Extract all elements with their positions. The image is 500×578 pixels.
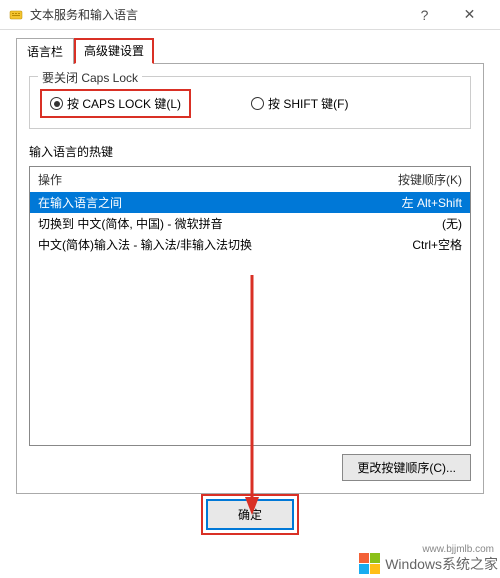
radio-shift-key[interactable]: 按 SHIFT 键(F) — [251, 95, 348, 112]
change-sequence-button[interactable]: 更改按键顺序(C)... — [342, 454, 471, 481]
radio-capslock-key[interactable]: 按 CAPS LOCK 键(L) — [50, 95, 181, 112]
tab-language-bar[interactable]: 语言栏 — [16, 38, 74, 64]
list-action: 中文(简体)输入法 - 输入法/非输入法切换 — [38, 236, 352, 253]
hotkey-list-header: 操作 按键顺序(K) — [30, 167, 470, 192]
tab-strip: 语言栏 高级键设置 — [16, 38, 484, 64]
tab-advanced-keys[interactable]: 高级键设置 — [74, 38, 154, 64]
list-item[interactable]: 中文(简体)输入法 - 输入法/非输入法切换 Ctrl+空格 — [30, 234, 470, 255]
ok-highlight-box: 确定 — [201, 494, 299, 535]
capslock-radio-row: 按 CAPS LOCK 键(L) 按 SHIFT 键(F) — [40, 89, 460, 118]
radio-capslock-label: 按 CAPS LOCK 键(L) — [67, 95, 181, 112]
app-icon — [8, 7, 24, 23]
radio-circle-icon — [50, 97, 63, 110]
list-item[interactable]: 在输入语言之间 左 Alt+Shift — [30, 192, 470, 213]
list-keys: Ctrl+空格 — [352, 236, 462, 253]
hotkey-section-label: 输入语言的热键 — [29, 143, 471, 160]
help-button[interactable]: ? — [402, 0, 447, 30]
window-controls: ? ✕ — [402, 0, 492, 30]
dialog-content: 语言栏 高级键设置 要关闭 Caps Lock 按 CAPS LOCK 键(L)… — [0, 30, 500, 494]
list-keys: (无) — [352, 215, 462, 232]
list-item[interactable]: 切换到 中文(简体, 中国) - 微软拼音 (无) — [30, 213, 470, 234]
ok-button[interactable]: 确定 — [206, 499, 294, 530]
radio-highlight-box: 按 CAPS LOCK 键(L) — [40, 89, 191, 118]
header-action: 操作 — [38, 171, 352, 188]
dialog-footer: 确定 取消 — [0, 494, 500, 535]
list-keys: 左 Alt+Shift — [352, 194, 462, 211]
watermark: Windows系统之家 — [359, 553, 498, 575]
watermark-text: Windows系统之家 — [385, 554, 498, 574]
capslock-group: 要关闭 Caps Lock 按 CAPS LOCK 键(L) 按 SHIFT 键… — [29, 76, 471, 129]
radio-shift-label: 按 SHIFT 键(F) — [268, 95, 348, 112]
hotkey-section: 输入语言的热键 操作 按键顺序(K) 在输入语言之间 左 Alt+Shift 切… — [29, 143, 471, 481]
header-keys: 按键顺序(K) — [352, 171, 462, 188]
list-action: 切换到 中文(简体, 中国) - 微软拼音 — [38, 215, 352, 232]
list-action: 在输入语言之间 — [38, 194, 352, 211]
radio-circle-icon — [251, 97, 264, 110]
capslock-group-title: 要关闭 Caps Lock — [38, 69, 142, 86]
windows-logo-icon — [359, 553, 381, 575]
tab-panel: 要关闭 Caps Lock 按 CAPS LOCK 键(L) 按 SHIFT 键… — [16, 64, 484, 494]
titlebar: 文本服务和输入语言 ? ✕ — [0, 0, 500, 30]
change-sequence-row: 更改按键顺序(C)... — [29, 454, 471, 481]
hotkey-list[interactable]: 操作 按键顺序(K) 在输入语言之间 左 Alt+Shift 切换到 中文(简体… — [29, 166, 471, 446]
close-button[interactable]: ✕ — [447, 0, 492, 30]
window-title: 文本服务和输入语言 — [30, 6, 402, 23]
